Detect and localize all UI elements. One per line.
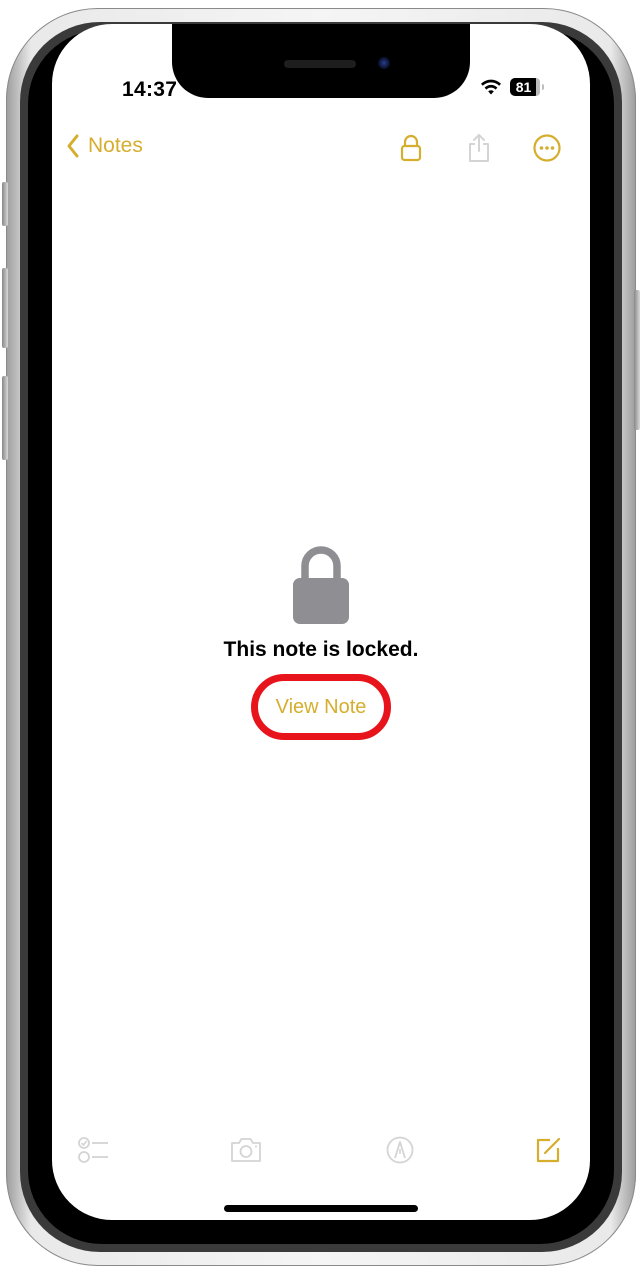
camera-button[interactable]	[228, 1134, 264, 1166]
lock-button[interactable]	[396, 132, 426, 164]
wifi-icon	[481, 79, 501, 95]
checklist-icon	[78, 1137, 108, 1163]
battery-indicator: 81	[510, 78, 540, 96]
markup-pen-icon	[386, 1136, 414, 1164]
screen: 14:37 81 Notes This note is locked. View…	[52, 24, 590, 1220]
compose-button[interactable]	[530, 1134, 566, 1166]
locked-message: This note is locked.	[223, 638, 419, 661]
lock-icon	[293, 546, 349, 624]
notch	[172, 24, 470, 98]
battery-tip	[542, 84, 544, 90]
markup-button[interactable]	[382, 1134, 418, 1166]
ellipsis-circle-icon	[533, 134, 561, 162]
share-icon	[469, 134, 489, 162]
more-button[interactable]	[532, 132, 562, 164]
view-note-button[interactable]: View Note	[251, 674, 391, 740]
status-indicators: 81	[480, 78, 544, 96]
checklist-button[interactable]	[76, 1134, 112, 1166]
battery-empty-portion	[536, 78, 540, 96]
battery-level-text: 81	[515, 79, 532, 95]
status-time: 14:37	[122, 78, 178, 101]
lock-icon	[400, 134, 422, 162]
share-button[interactable]	[464, 132, 494, 164]
compose-icon	[536, 1137, 561, 1163]
chevron-left-icon	[67, 134, 79, 158]
camera-icon	[231, 1138, 261, 1162]
view-note-label: View Note	[275, 695, 367, 718]
front-camera	[378, 57, 390, 69]
back-button[interactable]: Notes	[66, 134, 143, 158]
back-button-label: Notes	[88, 134, 143, 157]
earpiece-speaker	[284, 60, 356, 68]
home-indicator[interactable]	[224, 1205, 418, 1212]
